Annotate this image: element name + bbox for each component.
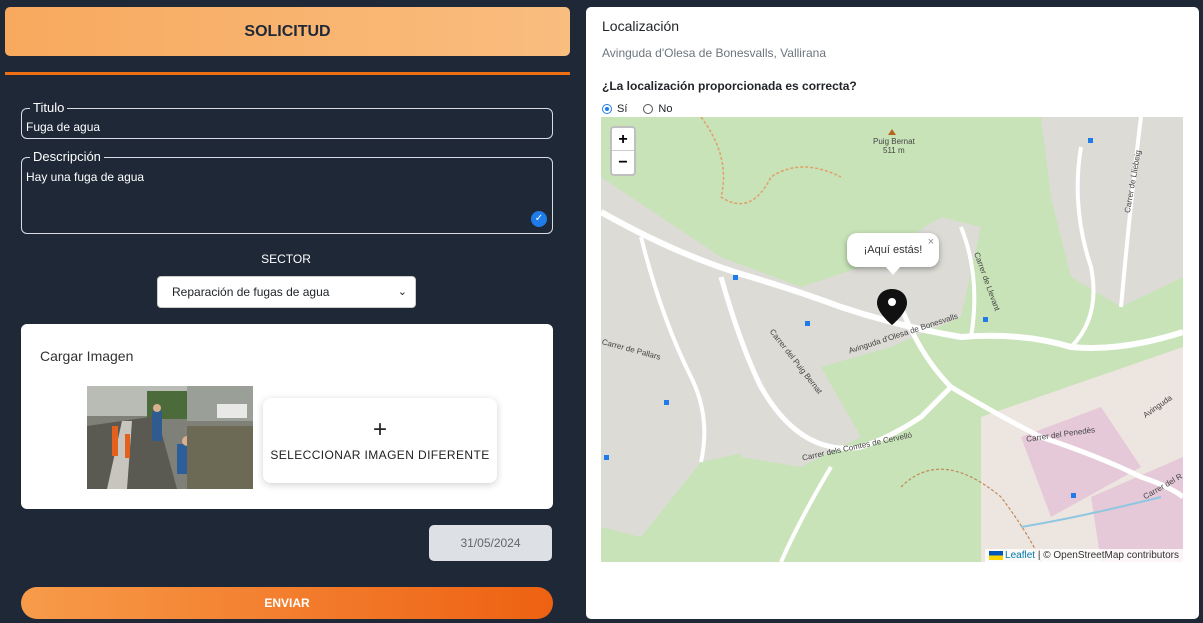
radio-yes-label[interactable]: Sí bbox=[617, 103, 627, 115]
attribution-text: | © OpenStreetMap contributors bbox=[1035, 550, 1179, 561]
select-different-image-button[interactable]: + SELECCIONAR IMAGEN DIFERENTE bbox=[263, 398, 497, 483]
close-icon[interactable]: × bbox=[928, 236, 934, 248]
sector-select[interactable]: Reparación de fugas de agua ⌄ bbox=[157, 276, 416, 308]
leaflet-link[interactable]: Leaflet bbox=[1005, 550, 1035, 561]
radio-no[interactable] bbox=[643, 104, 654, 114]
map-attribution: Leaflet | © OpenStreetMap contributors bbox=[985, 549, 1183, 562]
radio-no-label[interactable]: No bbox=[658, 103, 672, 115]
zoom-out-button[interactable]: − bbox=[612, 151, 634, 174]
form-header: SOLICITUD bbox=[5, 7, 570, 56]
upload-card-title: Cargar Imagen bbox=[40, 348, 134, 364]
map-label: Puig Bernat bbox=[873, 137, 915, 146]
select-image-label: SELECCIONAR IMAGEN DIFERENTE bbox=[270, 448, 490, 462]
title-field[interactable]: Titulo Fuga de agua bbox=[21, 101, 553, 139]
description-legend: Descripción bbox=[30, 150, 104, 164]
sector-label: SECTOR bbox=[261, 252, 311, 266]
radio-yes[interactable] bbox=[602, 104, 612, 114]
location-question: ¿La localización proporcionada es correc… bbox=[602, 79, 857, 93]
location-popup: ¡Aquí estás! × bbox=[847, 233, 939, 275]
title-legend: Titulo bbox=[30, 101, 68, 115]
description-field[interactable]: Descripción Hay una fuga de agua ✓ bbox=[21, 150, 553, 234]
popup-text: ¡Aquí estás! bbox=[863, 244, 923, 256]
location-confirm-radios: Sí No bbox=[602, 103, 688, 115]
plus-icon: + bbox=[372, 416, 387, 443]
zoom-controls: + − bbox=[610, 126, 636, 176]
location-address: Avinguda d'Olesa de Bonesvalls, Valliran… bbox=[602, 46, 826, 60]
ukraine-flag-icon bbox=[989, 550, 1004, 560]
request-form-panel: SOLICITUD Titulo Fuga de agua Descripció… bbox=[0, 0, 576, 623]
zoom-in-button[interactable]: + bbox=[612, 128, 634, 151]
map-label: 511 m bbox=[883, 146, 905, 155]
location-panel: Localización Avinguda d'Olesa de Bonesva… bbox=[586, 7, 1199, 619]
map-view[interactable]: Puig Bernat 511 m Avinguda d'Olesa de Bo… bbox=[601, 117, 1183, 562]
header-divider bbox=[5, 72, 570, 75]
uploaded-image-thumbnail bbox=[87, 386, 253, 489]
submit-button[interactable]: ENVIAR bbox=[21, 587, 553, 619]
title-input-value[interactable]: Fuga de agua bbox=[26, 120, 100, 134]
date-field: 31/05/2024 bbox=[429, 525, 552, 561]
sector-selected-value: Reparación de fugas de agua bbox=[172, 285, 330, 299]
chevron-down-icon: ⌄ bbox=[397, 286, 407, 298]
description-input-value[interactable]: Hay una fuga de agua bbox=[26, 170, 144, 184]
image-upload-card: Cargar Imagen + SELECCIONAR IMAGEN DIFER… bbox=[21, 324, 553, 509]
check-icon: ✓ bbox=[531, 211, 547, 227]
location-title: Localización bbox=[602, 18, 680, 34]
